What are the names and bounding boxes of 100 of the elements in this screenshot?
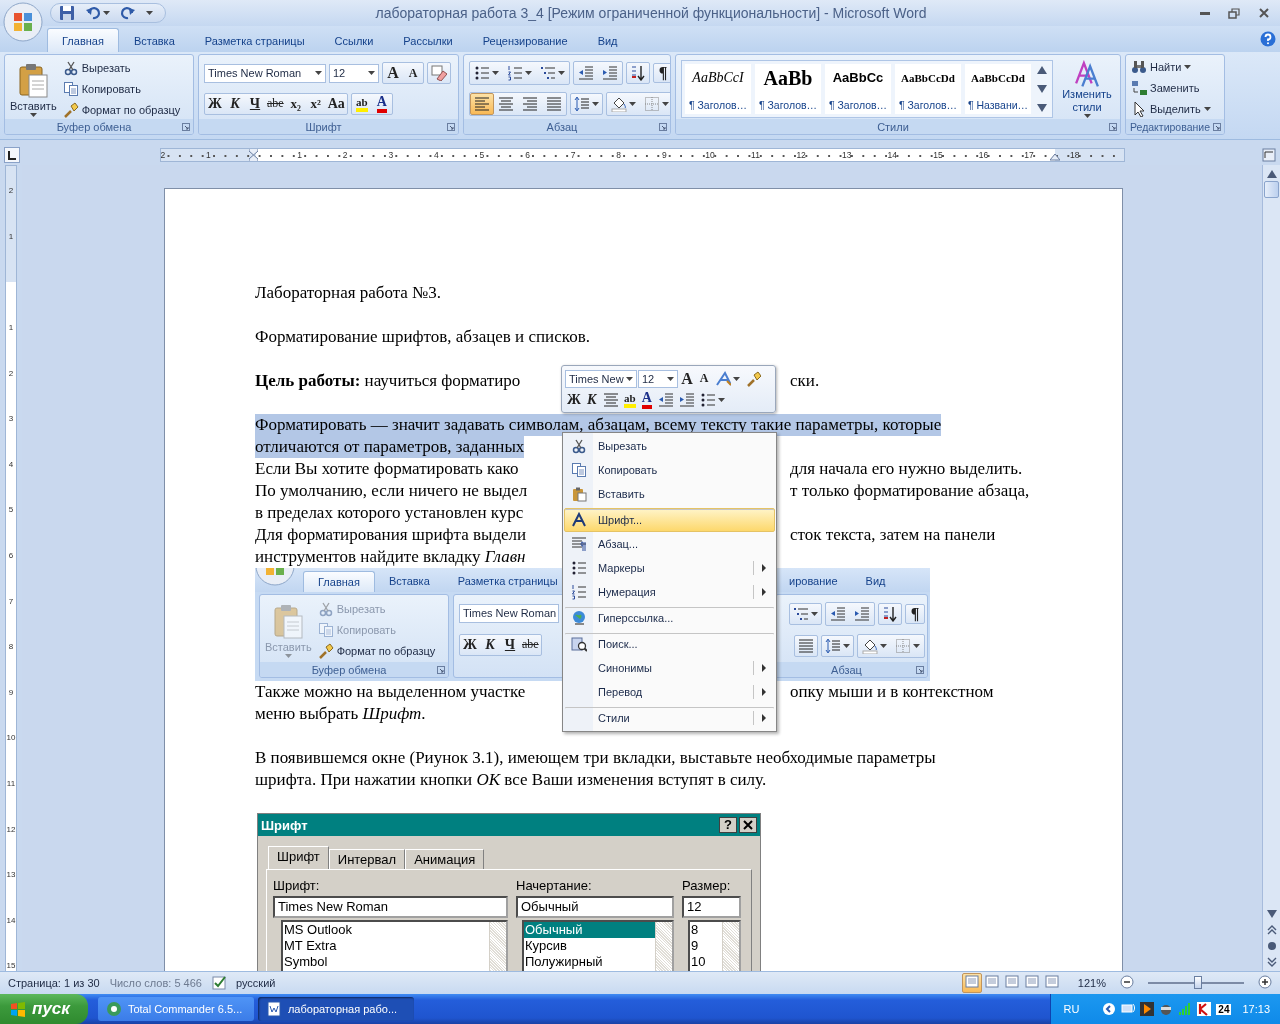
format-button[interactable]: abe bbox=[520, 634, 541, 655]
down-arrow-button[interactable] bbox=[1035, 82, 1049, 95]
taskbar-button[interactable]: Total Commander 6.5... bbox=[97, 997, 254, 1021]
font-size-combo[interactable]: 12 bbox=[329, 63, 379, 83]
menu-item[interactable]: Синонимы bbox=[564, 656, 775, 680]
ribbon-tab[interactable]: Рецензирование bbox=[467, 28, 583, 52]
highlight-button[interactable]: ab bbox=[621, 390, 638, 409]
ribbon-tab[interactable]: ирование bbox=[775, 571, 852, 592]
justify-button[interactable] bbox=[794, 635, 818, 657]
ribbon-tab[interactable]: Разметка страницы bbox=[443, 571, 562, 592]
change-styles-button[interactable]: Изменить стили bbox=[1059, 59, 1115, 118]
format-button[interactable]: Ж bbox=[460, 634, 480, 655]
scroll-thumb[interactable] bbox=[1264, 181, 1279, 198]
ribbon-tab[interactable]: Главная bbox=[303, 571, 375, 592]
launcher-icon[interactable] bbox=[447, 123, 455, 131]
play-icon[interactable] bbox=[1140, 1002, 1155, 1016]
help-icon[interactable] bbox=[1260, 31, 1276, 47]
ribbon-tab[interactable]: Вставка bbox=[118, 28, 190, 52]
pilcrow-button[interactable]: ¶ bbox=[905, 604, 925, 624]
view-ruler-icon[interactable] bbox=[1262, 148, 1276, 162]
language-indicator[interactable]: русский bbox=[235, 977, 276, 989]
eraser-button[interactable] bbox=[427, 62, 451, 85]
style-tile[interactable]: AaBbCcDd ¶ Заголов… bbox=[895, 63, 961, 114]
tab-selector-icon[interactable] bbox=[4, 147, 20, 163]
tray-app-icon[interactable] bbox=[1159, 1002, 1174, 1016]
format-button[interactable]: К bbox=[480, 634, 500, 655]
line-spacing-button[interactable] bbox=[570, 92, 603, 115]
toolbar-button[interactable]: Выделить bbox=[1131, 101, 1219, 117]
style-tile[interactable]: AaBbCc ¶ Заголов… bbox=[825, 63, 891, 114]
font-name-combo[interactable]: Times New Roman bbox=[204, 63, 326, 83]
format-button[interactable]: x₂ bbox=[285, 93, 306, 114]
format-button[interactable]: К bbox=[225, 93, 245, 114]
font-name-combo[interactable]: Times New Roman bbox=[459, 603, 559, 623]
style-tile[interactable]: AaBb ¶ Заголов… bbox=[755, 63, 821, 114]
tray-icon[interactable]: 24 bbox=[1216, 1003, 1232, 1015]
start-button[interactable]: пуск bbox=[0, 994, 88, 1024]
menu-item[interactable]: Копировать bbox=[564, 458, 775, 482]
ribbon-tab[interactable]: Вставка bbox=[374, 571, 444, 592]
spelling-icon[interactable] bbox=[211, 975, 226, 991]
k-icon[interactable] bbox=[1197, 1002, 1212, 1016]
menu-item[interactable]: Маркеры bbox=[564, 556, 775, 580]
highlight-button[interactable]: ab bbox=[351, 93, 372, 114]
format-button[interactable]: x² bbox=[305, 93, 326, 114]
menu-item[interactable]: Поиск... bbox=[564, 632, 775, 656]
format-button[interactable]: Aa bbox=[325, 93, 347, 114]
shrink-font-button[interactable]: A bbox=[403, 63, 423, 84]
font-name-combo[interactable]: Times New bbox=[565, 369, 637, 388]
ribbon-tab[interactable]: Ссылки bbox=[319, 28, 389, 52]
indent-marker-icon[interactable] bbox=[249, 149, 259, 161]
menu-item[interactable]: Стили bbox=[564, 706, 775, 730]
zoom-level[interactable]: 121% bbox=[1077, 977, 1106, 989]
toolbar-button[interactable]: Заменить bbox=[1131, 80, 1219, 96]
style-tile[interactable]: AaBbCcDd ¶ Названи… bbox=[965, 63, 1031, 114]
ribbon-tab[interactable]: Рассылки bbox=[388, 28, 468, 52]
shrink-font-button[interactable]: A bbox=[696, 369, 712, 388]
format-button[interactable]: Ч bbox=[245, 93, 265, 114]
format-button[interactable]: Ч bbox=[500, 634, 520, 655]
launcher-icon[interactable] bbox=[1109, 123, 1117, 131]
chevron-icon[interactable] bbox=[1102, 1002, 1117, 1016]
pilcrow-button[interactable]: ¶ bbox=[653, 63, 670, 84]
dot-button[interactable] bbox=[1265, 939, 1278, 953]
ribbon-tab[interactable]: Разметка страницы bbox=[189, 28, 320, 52]
page-indicator[interactable]: Страница: 1 из 30 bbox=[8, 977, 100, 989]
slider-thumb[interactable] bbox=[1193, 976, 1202, 989]
ribbon-tab[interactable]: Вид bbox=[851, 571, 900, 592]
line-spacing-button[interactable] bbox=[821, 635, 854, 657]
paste-button[interactable]: Вставить bbox=[10, 60, 57, 117]
launcher-icon[interactable] bbox=[1213, 123, 1221, 131]
taskbar-button[interactable]: лабораторная рабо... bbox=[257, 997, 414, 1021]
menu-item[interactable]: Абзац... bbox=[564, 532, 775, 556]
font-color-button[interactable]: A bbox=[371, 93, 392, 114]
menu-item[interactable]: Вставить bbox=[564, 482, 775, 506]
toolbar-button[interactable]: Вырезать bbox=[62, 59, 181, 76]
grow-font-button[interactable]: A bbox=[679, 369, 695, 388]
toolbar-button[interactable]: Копировать bbox=[62, 80, 181, 97]
sort-button[interactable] bbox=[878, 603, 902, 625]
launcher-icon[interactable] bbox=[659, 123, 667, 131]
font-size-combo[interactable]: 12 bbox=[638, 369, 678, 388]
multilevel-list-button[interactable] bbox=[789, 603, 822, 625]
launcher-icon[interactable] bbox=[182, 123, 190, 131]
menu-item[interactable]: Гиперссылка... bbox=[564, 606, 775, 630]
format-button[interactable]: abe bbox=[265, 93, 286, 114]
launcher-icon[interactable] bbox=[437, 666, 445, 674]
toolbar-button[interactable]: Формат по образцу bbox=[317, 643, 436, 659]
bold-button[interactable]: Ж bbox=[565, 390, 583, 409]
menu-item[interactable]: Вырезать bbox=[564, 434, 775, 458]
sort-button[interactable] bbox=[626, 62, 650, 85]
format-button[interactable]: Ж bbox=[205, 93, 225, 114]
font-color-button[interactable]: A bbox=[638, 390, 655, 409]
align-left-button[interactable] bbox=[470, 92, 494, 115]
menu-item[interactable]: Шрифт... bbox=[564, 508, 775, 532]
menu-item[interactable]: Нумерация bbox=[564, 580, 775, 604]
network-icon[interactable] bbox=[1121, 1002, 1136, 1016]
style-tile[interactable]: AaBbCcI ¶ Заголов… bbox=[685, 63, 751, 114]
toolbar-button[interactable]: Найти bbox=[1131, 59, 1219, 75]
italic-button[interactable]: К bbox=[583, 390, 600, 409]
toolbar-button[interactable]: Формат по образцу bbox=[62, 101, 181, 118]
menu-item[interactable]: Перевод bbox=[564, 680, 775, 704]
ribbon-tab[interactable]: Главная bbox=[47, 28, 119, 52]
page-view-button[interactable] bbox=[961, 973, 982, 993]
